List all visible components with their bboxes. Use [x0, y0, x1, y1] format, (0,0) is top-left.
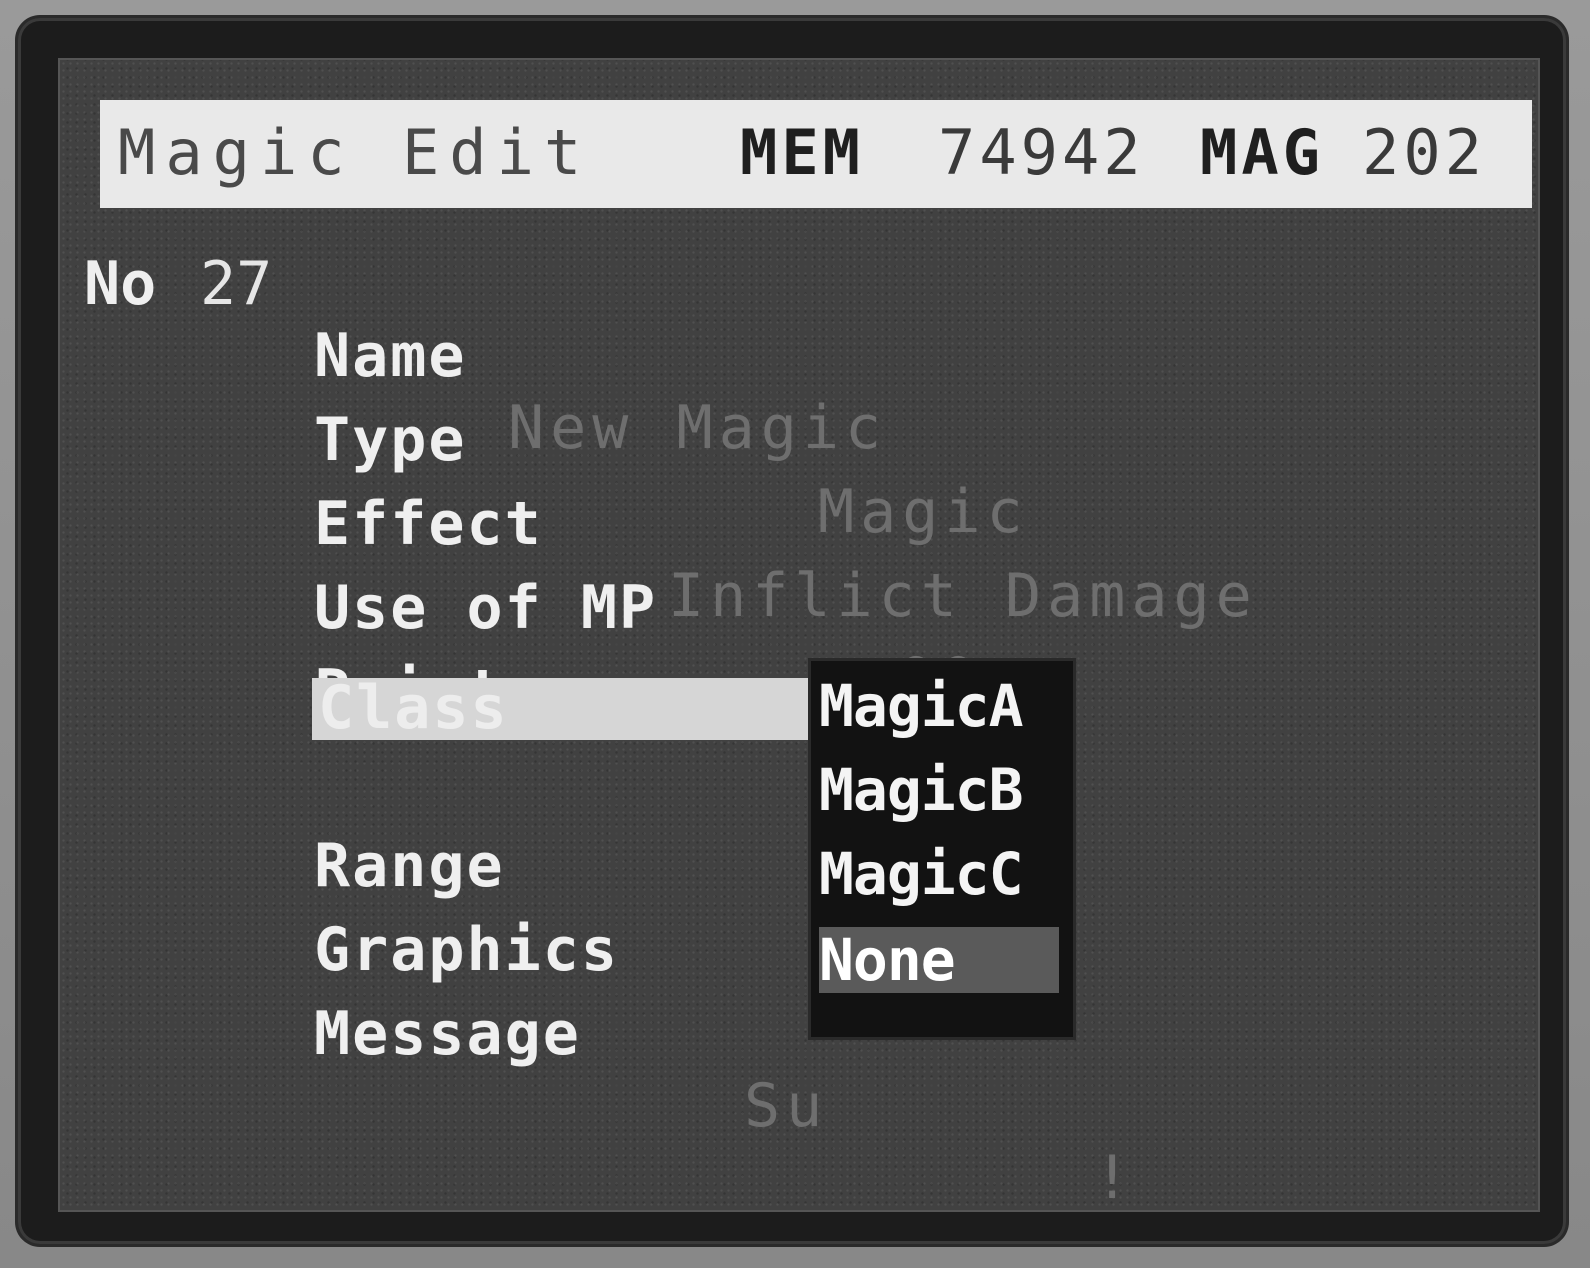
- field-label-class: Class: [318, 673, 509, 743]
- field-row-points[interactable]: Points 0000: [60, 584, 1530, 799]
- dropdown-option-magicb[interactable]: MagicB: [819, 757, 1059, 823]
- magic-count-value: 202: [1362, 116, 1486, 189]
- field-row-message[interactable]: Message Su !: [60, 926, 1530, 1210]
- field-value-message-suffix[interactable]: !: [1094, 1142, 1136, 1210]
- field-label-message: Message: [314, 999, 581, 1069]
- field-row-graphics[interactable]: Graphics: [60, 842, 800, 985]
- field-row-class[interactable]: Class: [312, 673, 808, 750]
- app-title: Magic Edit: [118, 116, 592, 189]
- field-row-type[interactable]: Type Magic: [60, 332, 1530, 547]
- field-row-use-of-mp[interactable]: Use of MP 00: [60, 500, 1530, 715]
- magic-count-label: MAG: [1200, 116, 1324, 189]
- field-value-message-prefix[interactable]: Su: [744, 1070, 828, 1142]
- editor-screen: Magic Edit MEM 74942 MAG 202 No 27 Name …: [58, 58, 1540, 1212]
- field-row-range[interactable]: Range: [60, 758, 800, 901]
- dropdown-option-magica[interactable]: MagicA: [819, 673, 1059, 739]
- field-row-effect[interactable]: Effect Inflict Damage: [60, 416, 1530, 631]
- dropdown-option-magicc[interactable]: MagicC: [819, 841, 1059, 907]
- class-dropdown-list[interactable]: MagicA MagicB MagicC None: [808, 658, 1076, 1040]
- field-row-class-highlight[interactable]: Class: [312, 673, 808, 743]
- memory-label: MEM: [740, 116, 864, 189]
- field-row-name[interactable]: Name New Magic: [60, 248, 1530, 463]
- memory-value: 74942: [938, 116, 1145, 189]
- title-bar: Magic Edit MEM 74942 MAG 202: [100, 100, 1532, 208]
- dropdown-option-none[interactable]: None: [819, 927, 1059, 993]
